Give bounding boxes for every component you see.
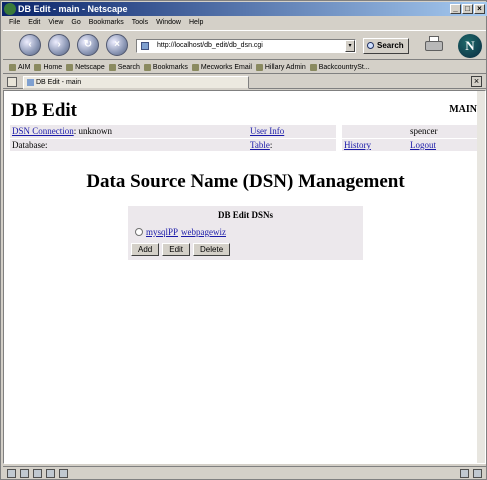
dsn-box: DB Edit DSNs mysqlPP webpagewiz Add Edit… xyxy=(128,206,363,260)
bookmark-search[interactable]: Search xyxy=(108,61,140,73)
tab-bar: DB Edit - main × xyxy=(3,75,486,89)
tab-stack-icon[interactable] xyxy=(7,77,17,87)
browser-window: DB Edit - main - Netscape _ □ × File Edi… xyxy=(0,0,487,480)
bookmark-backcountry[interactable]: BackcountrySt... xyxy=(309,61,370,73)
navigator-icon[interactable] xyxy=(7,469,16,478)
table-row: Database: Table: History Logout xyxy=(10,138,479,152)
url-text: http://localhost/db_edit/db_dsn.cgi xyxy=(157,42,263,49)
url-input[interactable]: http://localhost/db_edit/db_dsn.cgi xyxy=(136,39,356,53)
magnifier-icon xyxy=(367,42,374,49)
page-icon xyxy=(141,42,149,50)
netscape-logo: N xyxy=(458,34,482,58)
back-icon[interactable]: ‹ xyxy=(19,34,41,56)
close-window-button[interactable]: × xyxy=(474,4,485,14)
navigation-toolbar: ‹ › ↻ × http://localhost/db_edit/db_dsn.… xyxy=(3,30,486,60)
url-dropdown-icon[interactable]: ▾ xyxy=(345,40,355,52)
search-icon xyxy=(108,63,116,71)
dsn-box-title: DB Edit DSNs xyxy=(217,210,273,220)
composer-icon[interactable] xyxy=(33,469,42,478)
netscape-app-icon xyxy=(4,3,16,15)
bookmark-mecworks-email[interactable]: Mecworks Email xyxy=(191,61,252,73)
stop-icon[interactable]: × xyxy=(106,34,128,56)
link-icon xyxy=(191,63,199,71)
add-button[interactable]: Add xyxy=(131,243,160,256)
search-button[interactable]: Search xyxy=(363,38,409,54)
menu-edit[interactable]: Edit xyxy=(28,17,40,29)
chat-icon[interactable] xyxy=(59,469,68,478)
table-row: DSN Connection: unknown User Info spence… xyxy=(10,125,479,139)
dsn-management-heading: Data Source Name (DSN) Management xyxy=(86,171,405,192)
aim-icon xyxy=(9,63,16,71)
reload-icon[interactable]: ↻ xyxy=(77,34,99,56)
table-cell: Table: xyxy=(248,138,336,152)
empty-cell xyxy=(342,125,408,139)
menu-view[interactable]: View xyxy=(48,17,63,29)
edit-button[interactable]: Edit xyxy=(162,243,191,256)
logout-cell: Logout xyxy=(408,138,479,152)
menu-tools[interactable]: Tools xyxy=(132,17,148,29)
section-label: MAIN xyxy=(449,104,477,115)
table-link[interactable]: Table xyxy=(250,140,270,150)
search-button-label: Search xyxy=(377,41,404,50)
database-label: Database: xyxy=(10,138,248,152)
forward-icon[interactable]: › xyxy=(48,34,70,56)
bookmark-netscape[interactable]: Netscape xyxy=(66,61,105,73)
security-lock-icon[interactable] xyxy=(473,469,482,478)
page-title: DB Edit xyxy=(11,100,77,121)
print-icon[interactable] xyxy=(423,35,445,53)
home-icon xyxy=(34,63,42,71)
history-link[interactable]: History xyxy=(344,140,371,150)
vertical-scrollbar[interactable] xyxy=(477,91,485,463)
title-bar: DB Edit - main - Netscape _ □ × xyxy=(2,2,487,16)
address-book-icon[interactable] xyxy=(46,469,55,478)
user-value: spencer xyxy=(408,125,479,139)
menu-go[interactable]: Go xyxy=(71,17,80,29)
dsn-connection-cell: DSN Connection: unknown xyxy=(10,125,248,139)
user-info-cell: User Info xyxy=(248,125,336,139)
close-tab-icon[interactable]: × xyxy=(471,76,482,87)
bookmark-aim[interactable]: AIM xyxy=(9,61,30,73)
link-icon xyxy=(309,63,317,71)
bookmark-home[interactable]: Home xyxy=(34,61,62,73)
header-table: DSN Connection: unknown User Info spence… xyxy=(10,125,479,152)
dsn-connection-value: : unknown xyxy=(73,126,112,137)
minimize-button[interactable]: _ xyxy=(450,4,461,14)
menu-bookmarks[interactable]: Bookmarks xyxy=(89,17,124,29)
online-status-icon[interactable] xyxy=(460,469,469,478)
bookmark-bookmarks[interactable]: Bookmarks xyxy=(143,61,188,73)
delete-button[interactable]: Delete xyxy=(193,243,231,256)
dsn-link-mysqlpp[interactable]: mysqlPP xyxy=(146,227,178,237)
link-icon xyxy=(255,63,263,71)
folder-icon xyxy=(143,63,151,71)
dsn-connection-link[interactable]: DSN Connection xyxy=(12,126,74,136)
status-bar xyxy=(3,466,486,479)
window-title: DB Edit - main - Netscape xyxy=(18,4,128,14)
menu-file[interactable]: File xyxy=(9,17,20,29)
page-icon xyxy=(27,79,34,86)
tab-db-edit-main[interactable]: DB Edit - main xyxy=(23,76,249,89)
logout-link[interactable]: Logout xyxy=(410,140,436,150)
personal-toolbar: AIM Home Netscape Search Bookmarks Mecwo… xyxy=(3,61,486,74)
page-content: DB Edit MAIN DSN Connection: unknown Use… xyxy=(3,90,486,464)
user-info-link[interactable]: User Info xyxy=(250,126,284,136)
netscape-icon xyxy=(66,63,74,71)
tab-label: DB Edit - main xyxy=(36,79,82,86)
history-cell: History xyxy=(342,138,408,152)
bookmark-hillary-admin[interactable]: Hillary Admin xyxy=(255,61,306,73)
maximize-button[interactable]: □ xyxy=(462,4,473,14)
mail-icon[interactable] xyxy=(20,469,29,478)
list-item: mysqlPP webpagewiz xyxy=(135,227,226,237)
menu-bar: File Edit View Go Bookmarks Tools Window… xyxy=(5,17,203,29)
menu-help[interactable]: Help xyxy=(189,17,203,29)
menu-window[interactable]: Window xyxy=(156,17,181,29)
dsn-link-webpagewiz[interactable]: webpagewiz xyxy=(181,227,226,237)
dsn-radio[interactable] xyxy=(135,228,143,236)
